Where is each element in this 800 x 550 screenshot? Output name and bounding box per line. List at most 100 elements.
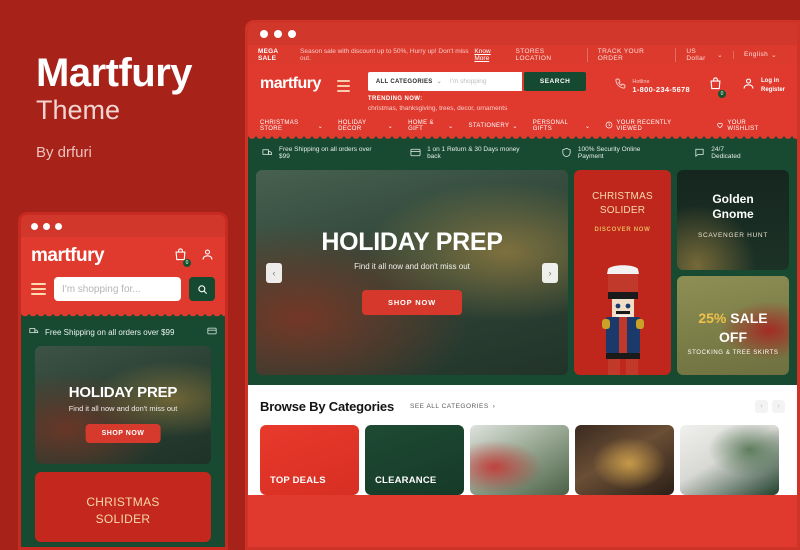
page-title: Browse By Categories — [260, 399, 394, 414]
cart-badge: 0 — [183, 259, 191, 267]
hamburger-menu-icon[interactable] — [336, 80, 350, 92]
account-button[interactable]: Log in Register — [741, 76, 785, 96]
cart-icon[interactable]: 0 — [173, 247, 191, 267]
categories-pagination: ‹ › — [755, 400, 785, 413]
categories-prev-button[interactable]: ‹ — [755, 400, 768, 413]
carousel-next-arrow[interactable]: › — [542, 262, 558, 283]
promo-soldier-title: CHRISTMAS SOLIDER — [592, 191, 653, 216]
feature-returns: 1 on 1 Return & 30 Days money back — [410, 146, 531, 160]
mobile-hero-banner[interactable]: HOLIDAY PREP Find it all now and don't m… — [35, 346, 211, 464]
window-dot-maximize[interactable] — [55, 222, 62, 230]
trending-label: TRENDING NOW: — [367, 96, 423, 102]
shield-icon — [561, 147, 572, 160]
window-dot-close[interactable] — [260, 30, 268, 38]
track-order-link[interactable]: TRACK YOUR ORDER — [586, 47, 676, 62]
chevron-right-icon: › — [492, 403, 496, 410]
features-bar: Free Shipping on all orders over $99 1 o… — [248, 142, 797, 164]
currency-selector[interactable]: US Dollar ⌄ — [675, 47, 733, 62]
truck-icon — [262, 147, 273, 160]
feature-free-shipping: Free Shipping on all orders over $99 — [262, 146, 380, 160]
hero-carousel[interactable]: HOLIDAY PREP Find it all now and don't m… — [256, 170, 568, 375]
category-card-top-deals[interactable]: TOP DEALS — [260, 425, 359, 495]
mobile-shipping-text: Free Shipping on all orders over $99 — [45, 327, 175, 337]
truck-icon — [29, 326, 39, 338]
mobile-promo-card[interactable]: CHRISTMAS SOLIDER — [35, 472, 211, 542]
hero-title: HOLIDAY PREP — [321, 228, 503, 256]
account-icon[interactable] — [200, 247, 215, 267]
browse-categories-header: Browse By Categories SEE ALL CATEGORIES … — [260, 399, 785, 414]
chevron-down-icon: ⌄ — [717, 51, 724, 59]
nav-item-home-and-gift[interactable]: HOME & GIFT ⌄ — [408, 120, 453, 132]
wishlist-link[interactable]: YOUR WISHLIST — [716, 120, 770, 132]
main-navigation: CHRISTMAS STORE ⌄ HOLIDAY DECOR ⌄ HOME & G… — [248, 116, 797, 136]
hotline-block[interactable]: Hotline 1-800-234-5678 — [614, 77, 690, 95]
hamburger-menu-icon[interactable] — [31, 283, 46, 295]
brand-author: By drfuri — [36, 143, 92, 161]
all-categories-dropdown[interactable]: ALL CATEGORIES ⌄ — [367, 72, 450, 91]
promo-golden-gnome[interactable]: Golden Gnome SCAVENGER HUNT — [677, 170, 789, 270]
mobile-hero-title: HOLIDAY PREP — [68, 384, 178, 401]
mobile-window-titlebar — [21, 215, 225, 237]
cart-badge: 0 — [717, 90, 726, 98]
window-dot-maximize[interactable] — [288, 30, 296, 38]
card-icon — [207, 326, 217, 338]
recently-viewed-link[interactable]: YOUR RECENTLY VIEWED — [605, 120, 685, 132]
mobile-search-row: I'm shopping for... — [31, 277, 215, 301]
hero-shop-now-button[interactable]: SHOP NOW — [362, 290, 462, 315]
promo-sale-off[interactable]: 25% SALE OFF STOCKING & TREE SKIRTS — [677, 276, 789, 375]
promo-gnome-title: Golden Gnome — [712, 192, 754, 221]
window-dot-minimize[interactable] — [43, 222, 50, 230]
chevron-down-icon: ⌄ — [317, 123, 324, 130]
login-link[interactable]: Log in — [761, 77, 785, 86]
desktop-logo[interactable]: martfury — [260, 75, 321, 93]
search-input[interactable]: I'm shopping — [449, 72, 522, 91]
category-card-clearance[interactable]: CLEARANCE — [365, 425, 464, 495]
category-card-3[interactable] — [470, 425, 569, 495]
mobile-shipping-bar: Free Shipping on all orders over $99 — [29, 326, 217, 338]
announcement-message: Season sale with discount up to 50%, Hur… — [300, 47, 469, 62]
promo-soldier-cta[interactable]: DISCOVER NOW — [574, 227, 671, 233]
cart-button[interactable]: 0 — [708, 76, 726, 98]
trending-items[interactable]: christmas, thanksgiving, trees, decor, o… — [368, 105, 586, 112]
search-area: ALL CATEGORIES ⌄ I'm shopping SEARCH TRE… — [367, 72, 587, 112]
promo-christmas-soldier[interactable]: CHRISTMAS SOLIDER DISCOVER NOW — [574, 170, 671, 375]
mobile-promo-text: CHRISTMAS SOLIDER — [86, 495, 160, 527]
search-bar: ALL CATEGORIES ⌄ I'm shopping SEARCH — [367, 72, 587, 91]
nav-item-holiday-decor[interactable]: HOLIDAY DECOR ⌄ — [338, 120, 393, 132]
card-icon — [410, 147, 421, 160]
nav-item-personal-gifts[interactable]: PERSONAL GIFTS ⌄ — [533, 120, 591, 132]
mobile-search-button[interactable] — [189, 277, 215, 301]
window-dot-minimize[interactable] — [274, 30, 282, 38]
mobile-header: martfury 0 I'm shopping for... — [21, 237, 225, 313]
hero-section: HOLIDAY PREP Find it all now and don't m… — [248, 164, 797, 385]
clock-icon — [605, 121, 613, 131]
promo-sale-line1: 25% SALE — [698, 310, 768, 326]
desktop-header: martfury ALL CATEGORIES ⌄ I'm shopping S… — [248, 64, 797, 116]
category-card-4[interactable] — [575, 425, 674, 495]
stores-location-link[interactable]: STORES LOCATION — [505, 48, 586, 62]
nutcracker-illustration — [601, 265, 644, 375]
desktop-preview: MEGA SALE Season sale with discount up t… — [245, 20, 800, 550]
know-more-link[interactable]: Know More — [474, 48, 505, 62]
nav-item-stationery[interactable]: STATIONERY ⌄ — [469, 123, 518, 130]
hero-subtitle: Find it all now and don't miss out — [354, 262, 470, 271]
brand-subtitle: Theme — [36, 95, 121, 125]
categories-next-button[interactable]: › — [772, 400, 785, 413]
chevron-down-icon: ⌄ — [387, 123, 394, 130]
search-button[interactable]: SEARCH — [523, 72, 587, 91]
register-link[interactable]: Register — [761, 86, 785, 95]
chevron-down-icon: ⌄ — [448, 123, 454, 130]
language-selector[interactable]: English ⌄ — [733, 50, 787, 59]
heart-icon — [716, 121, 724, 131]
promo-gnome-subtitle: SCAVENGER HUNT — [698, 232, 768, 239]
see-all-categories-link[interactable]: SEE ALL CATEGORIES › — [410, 403, 495, 410]
nav-item-christmas-store[interactable]: CHRISTMAS STORE ⌄ — [260, 120, 323, 132]
mobile-shop-now-button[interactable]: SHOP NOW — [85, 424, 161, 443]
category-card-5[interactable] — [680, 425, 779, 495]
screenshot-root: Martfury Theme By drfuri martfury 0 I'm … — [0, 0, 800, 550]
header-right-actions: Hotline 1-800-234-5678 0 Log in Register — [614, 76, 785, 98]
window-dot-close[interactable] — [31, 222, 38, 230]
mega-sale-label: MEGA SALE — [258, 47, 279, 62]
carousel-prev-arrow[interactable]: ‹ — [266, 262, 282, 283]
mobile-search-input[interactable]: I'm shopping for... — [54, 277, 181, 301]
